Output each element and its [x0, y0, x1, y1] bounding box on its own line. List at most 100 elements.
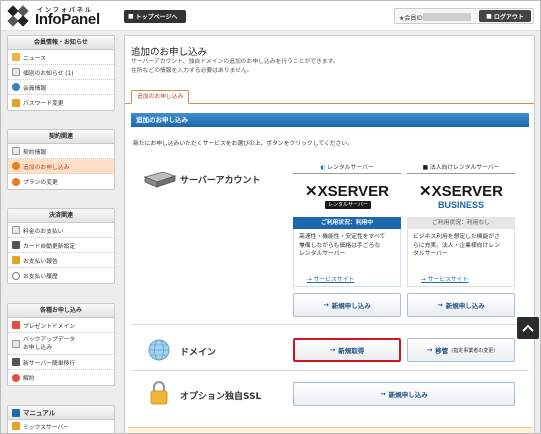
button-note: (指定事業者の変更) [451, 347, 496, 354]
padlock-icon [150, 380, 168, 405]
key-icon [12, 98, 20, 107]
infopanel-logo[interactable]: インフォパネル InfoPanel [7, 4, 119, 28]
sidebar-group-member: 会員情報・お知らせ ニュース 個別のお知らせ (1) 会員情報 パスワード変更 [7, 35, 115, 111]
button-label: 新規申し込み [388, 391, 428, 399]
sidebar-item-payment-report[interactable]: お支払い報告 [8, 253, 114, 268]
sidebar-item-label: お申し込み [23, 344, 52, 351]
report-icon [12, 256, 20, 264]
arrow-right-icon: → [421, 277, 426, 283]
sidebar-group-contract: 契約関連 契約情報 追加のお申し込み プランの変更 [7, 129, 115, 190]
business-server-service-site-link[interactable]: → サービスサイト [421, 274, 468, 283]
sidebar-item-news[interactable]: ニュース [8, 50, 114, 65]
xserver-business-logo-sub: BUSINESS [437, 200, 484, 210]
cancel-icon [12, 373, 20, 382]
sidebar-item-notices[interactable]: 個別のお知らせ (1) [8, 65, 114, 80]
arrow-right-icon: → [323, 301, 329, 309]
sidebar-item-payment[interactable]: 料金のお支払い [8, 223, 114, 238]
sidebar-item-present-domain[interactable]: プレゼントドメイン [8, 318, 114, 333]
rental-server-new-order-button[interactable]: → 新規申し込み [293, 293, 401, 317]
sidebar-group-title: 契約関連 [8, 130, 114, 144]
document-icon [12, 68, 20, 76]
news-icon [12, 53, 20, 61]
business-server-status: ご利用状況：利用なし [407, 217, 515, 229]
button-label: 新規申し込み [331, 302, 371, 310]
chevron-up-icon [522, 324, 534, 332]
sidebar-item-card-autorenew[interactable]: カード自動更新設定 [8, 238, 114, 253]
description-line: らに充実。法人・企業様向けレン [413, 242, 500, 249]
xserver-business-logo-text: XSERVER [431, 183, 503, 200]
rental-server-header-label: レンタルサーバー [327, 165, 374, 171]
rental-server-service-site-link[interactable]: → サービスサイト [307, 274, 354, 283]
logout-button[interactable]: ■ ログアウト [479, 10, 531, 22]
sidebar-item-label: ニュース [23, 55, 46, 62]
ssl-label: オプション独自SSL [180, 392, 262, 402]
manual-item-icon [12, 422, 20, 430]
domain-transfer-button[interactable]: → 移管 (指定事業者の変更) [407, 338, 515, 362]
business-server-new-order-button[interactable]: → 新規申し込み [407, 293, 515, 317]
sidebar-item-label: お支払い履歴 [23, 274, 58, 280]
sidebar-item-manual[interactable]: ミックスサーバー [8, 420, 114, 432]
sidebar-group-applications: 各種お申し込み プレゼントドメイン バックアップデータ お申し込み 新サーバー簡… [7, 303, 115, 386]
divider [131, 370, 529, 371]
description-line: ビジネス利用を想定した機能がさ [413, 234, 500, 240]
sidebar-item-additional-order[interactable]: 追加のお申し込み [8, 159, 114, 174]
arrow-right-icon: → [426, 346, 433, 354]
ssl-new-order-button[interactable]: → 新規申し込み [293, 382, 515, 406]
xserver-x-icon: ✕ [305, 183, 318, 200]
manual-header[interactable]: マニュアル [8, 406, 114, 420]
sidebar-item-label: 解約 [23, 376, 35, 382]
sidebar-item-label-wrap: バックアップデータ お申し込み [23, 336, 75, 352]
description-line: タルサーバー [413, 251, 448, 257]
document-icon [12, 147, 20, 155]
page-description: サーバーアカウント、独自ドメインの追加のお申し込みを行うことができます。 住所な… [131, 58, 339, 76]
service-site-label: サービスサイト [313, 277, 355, 283]
section-title: 追加のお申し込み [131, 113, 529, 127]
sidebar-item-member-info[interactable]: 会員情報 [8, 80, 114, 95]
business-server-header: ■ 法人向けレンタルサーバー [407, 163, 515, 174]
member-id-label: ★会員ID [399, 15, 423, 22]
sidebar-item-cancel[interactable]: 解約 [8, 370, 114, 385]
sidebar-group-title: 決済関連 [8, 209, 114, 223]
xserver-logo-text: XSERVER [317, 183, 389, 200]
notice-bar [128, 427, 532, 433]
user-icon [12, 83, 20, 91]
sidebar-item-server-migration[interactable]: 新サーバー簡単移行 [8, 355, 114, 370]
sidebar-group-title: 会員情報・お知らせ [8, 36, 114, 50]
sidebar-item-payment-history[interactable]: お支払い履歴 [8, 268, 114, 283]
business-server-icon: ■ [422, 165, 429, 171]
scroll-to-top-button[interactable] [517, 317, 539, 339]
domain-new-registration-button[interactable]: → 新規取得 [293, 338, 401, 362]
button-label: 移管 [435, 347, 449, 355]
rental-server-icon: ◐ [320, 165, 326, 171]
sidebar-group-title: 各種お申し込み [8, 304, 114, 318]
sidebar-item-password[interactable]: パスワード変更 [8, 95, 114, 110]
sidebar-item-label: 追加のお申し込み [23, 164, 70, 171]
sidebar-item-contract-info[interactable]: 契約情報 [8, 144, 114, 159]
page-description-line: サーバーアカウント、独自ドメインの追加のお申し込みを行うことができます。 [131, 59, 339, 65]
sidebar-item-backup-data[interactable]: バックアップデータ お申し込み [8, 333, 114, 355]
arrow-right-icon: → [380, 390, 386, 398]
description-line: 高速性・機能性・安定性をすべて [299, 234, 386, 240]
server-icon [143, 171, 177, 188]
member-id-value [423, 13, 471, 21]
book-icon [12, 408, 20, 417]
sidebar-item-label: パスワード変更 [23, 101, 64, 107]
server-icon [12, 358, 20, 366]
sidebar-item-label: 契約情報 [23, 149, 47, 156]
logo-name: InfoPanel [35, 11, 100, 28]
home-icon: ■ [128, 13, 134, 20]
sidebar-item-label: プランの変更 [23, 180, 58, 186]
top-page-button[interactable]: ■ トップページへ [124, 10, 186, 23]
main-panel: 追加のお申し込み サーバーアカウント、独自ドメインの追加のお申し込みを行うことが… [124, 35, 535, 433]
rental-server-status: ご利用状況：利用中 [293, 217, 401, 229]
sidebar-item-label: ミックスサーバー [23, 424, 70, 431]
tab-bar: 追加のお申し込み [125, 90, 534, 104]
sidebar-item-label: お支払い報告 [23, 258, 58, 265]
sidebar-item-label: 料金のお支払い [23, 228, 64, 235]
description-line: 兼備しながらも価格は手ごろな [299, 242, 381, 249]
sidebar-item-plan-change[interactable]: プランの変更 [8, 174, 114, 189]
tab-additional-order[interactable]: 追加のお申し込み [131, 90, 190, 104]
lock-icon: ■ [486, 12, 492, 20]
arrow-right-icon: → [307, 277, 312, 283]
instruction-text: 新たにお申し込みいただくサービスをお選びの上、ボタンをクリックしてください。 [133, 141, 353, 147]
